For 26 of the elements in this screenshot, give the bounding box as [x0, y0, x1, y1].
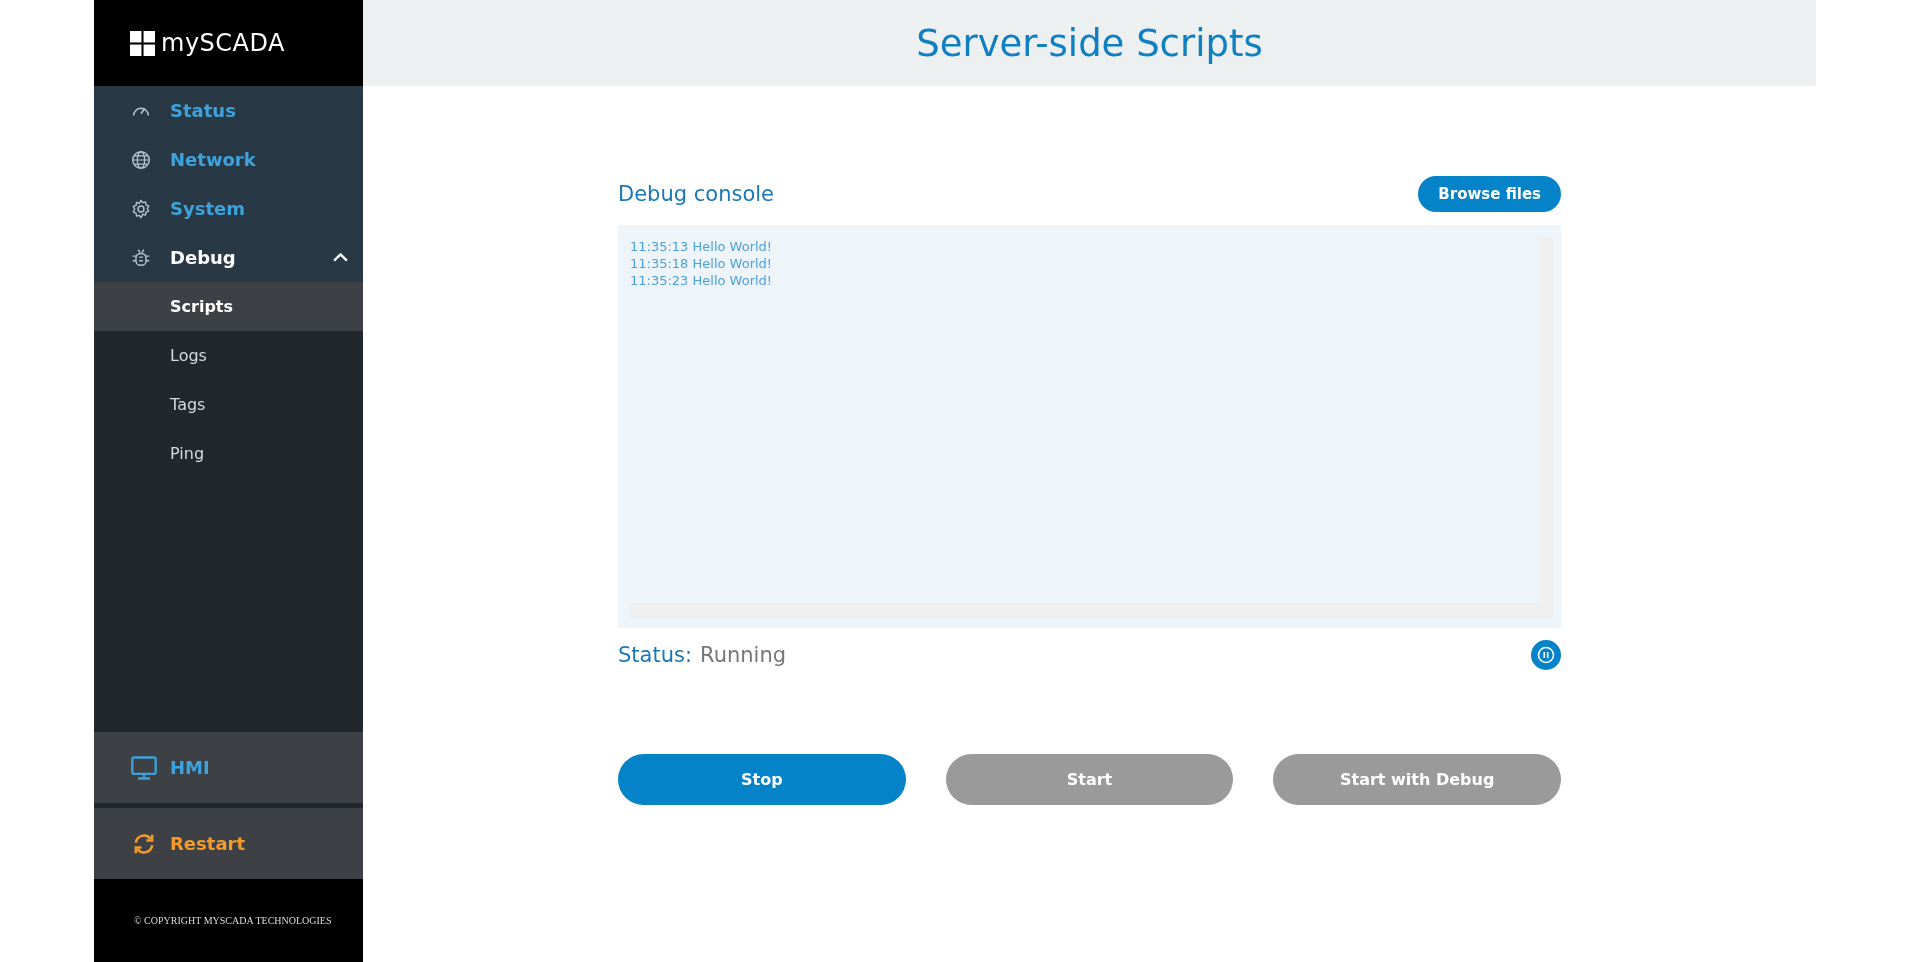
- browse-files-button[interactable]: Browse files: [1418, 176, 1561, 212]
- sidebar-item[interactable]: HMI: [94, 732, 363, 803]
- status-value: Running: [700, 643, 787, 667]
- sidebar-subitem[interactable]: Tags: [94, 380, 363, 429]
- globe-icon: [130, 148, 152, 171]
- monitor-icon: [130, 753, 158, 782]
- sidebar-subitem[interactable]: Logs: [94, 331, 363, 380]
- logo-text: mySCADA: [161, 29, 285, 57]
- console-line: 11:35:23 Hello World!: [630, 272, 774, 289]
- console-line: 11:35:18 Hello World!: [630, 255, 774, 272]
- settings-icon: [130, 197, 152, 220]
- page-title: Server-side Scripts: [916, 21, 1263, 65]
- status-label: Status:: [618, 643, 692, 667]
- sidebar-item[interactable]: Debug: [94, 233, 363, 282]
- action-button[interactable]: Stop: [618, 754, 906, 805]
- sidebar-item[interactable]: Restart: [94, 808, 363, 879]
- sidebar-item[interactable]: Status: [94, 86, 363, 135]
- logo-icon: [130, 30, 155, 56]
- sidebar-item[interactable]: System: [94, 184, 363, 233]
- sidebar-item[interactable]: Network: [94, 135, 363, 184]
- pause-button[interactable]: [1531, 640, 1561, 670]
- copyright-text: © COPYRIGHT MYSCADA TECHNOLOGIES: [134, 915, 332, 926]
- sidebar-subitem[interactable]: Scripts: [94, 282, 363, 331]
- sidebar-subitem[interactable]: Ping: [94, 429, 363, 478]
- section-title: Debug console: [618, 182, 774, 206]
- console-line: 11:35:13 Hello World!: [630, 238, 774, 255]
